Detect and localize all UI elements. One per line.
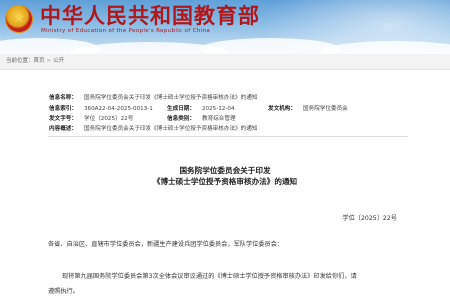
meta-row: 信息索引： 360A22-04-2025-0013-1 生成日期： 2025-1… xyxy=(0,105,450,114)
doc-no-label: 发文字号： xyxy=(49,116,77,122)
divider xyxy=(48,136,408,137)
info-metadata-table: 信息名称： 国务院学位委员会关于印发《博士硕士学位授予资格审核办法》的通知 信息… xyxy=(0,92,450,132)
site-title[interactable]: 中华人民共和国教育部 xyxy=(40,3,260,29)
category-label: 信息类别： xyxy=(167,116,195,122)
document-salutation: 各省、自治区、直辖市学位委员会，新疆生产建设兵团学位委员会，军队学位委员会： xyxy=(48,241,284,248)
national-emblem-icon[interactable] xyxy=(5,5,33,33)
document-title-line1: 国务院学位委员会关于印发 xyxy=(179,166,271,175)
summary-value: 国务院学位委员会关于印发《博士硕士学位授予资格审核办法》的通知 xyxy=(84,126,258,132)
document-body-line: 现将第九届国务院学位委员会第3次全体会议审议通过的《博士硕士学位授予资格审核办法… xyxy=(62,273,357,280)
org-label: 发文机构： xyxy=(268,106,296,112)
document-title: 国务院学位委员会关于印发 《博士硕士学位授予资格审核办法》的通知 xyxy=(0,165,450,187)
index-label: 信息索引： xyxy=(49,106,77,112)
doc-no-value: 学位〔2025〕22号 xyxy=(84,116,134,122)
date-label: 生成日期： xyxy=(167,106,195,112)
meta-row: 信息名称： 国务院学位委员会关于印发《博士硕士学位授予资格审核办法》的通知 xyxy=(0,94,450,103)
meta-row: 内容概述： 国务院学位委员会关于印发《博士硕士学位授予资格审核办法》的通知 xyxy=(0,125,450,134)
breadcrumb-home-link[interactable]: 首页 xyxy=(34,58,45,64)
date-value: 2025-12-04 xyxy=(202,106,235,112)
info-name-label: 信息名称： xyxy=(49,95,77,101)
breadcrumb-section-link[interactable]: 公开 xyxy=(53,58,64,64)
info-name-value: 国务院学位委员会关于印发《博士硕士学位授予资格审核办法》的通知 xyxy=(84,95,258,101)
breadcrumb-bar: 当前位置：首页 > 公开 xyxy=(0,54,450,70)
site-header: 中华人民共和国教育部 Ministry of Education of the … xyxy=(0,0,450,54)
document-body-line: 遵照执行。 xyxy=(48,288,79,295)
org-value: 国务院学位委员会 xyxy=(303,106,348,112)
document-number: 学位〔2025〕22号 xyxy=(342,215,397,222)
breadcrumb: 当前位置：首页 > 公开 xyxy=(6,56,64,67)
summary-label: 内容概述： xyxy=(49,126,77,132)
site-subtitle: Ministry of Education of the People's Re… xyxy=(41,28,211,34)
header-cloud xyxy=(200,38,340,54)
category-value: 教育综合管理 xyxy=(202,116,236,122)
breadcrumb-separator: > xyxy=(46,58,52,64)
meta-row: 发文字号： 学位〔2025〕22号 信息类别： 教育综合管理 xyxy=(0,115,450,124)
breadcrumb-current-label: 当前位置： xyxy=(6,58,34,64)
index-value: 360A22-04-2025-0013-1 xyxy=(84,106,153,112)
document-title-line2: 《博士硕士学位授予资格审核办法》的通知 xyxy=(152,177,298,186)
